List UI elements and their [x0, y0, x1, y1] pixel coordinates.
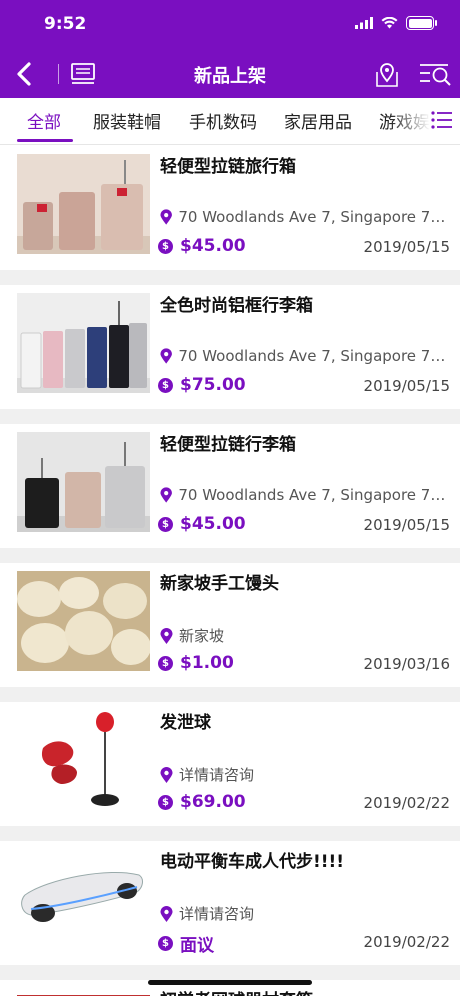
- divider: [0, 270, 460, 285]
- hoverboard-image: [17, 849, 150, 949]
- tab-all[interactable]: 全部: [27, 108, 61, 133]
- item-title: 轻便型拉链行李箱: [160, 435, 296, 455]
- status-time: 9:52: [44, 14, 87, 34]
- price-text: 面议: [180, 936, 214, 956]
- item-price: $ $69.00: [158, 792, 246, 812]
- wifi-icon: [381, 17, 398, 29]
- divider: [0, 826, 460, 841]
- location-pin-icon: [160, 905, 173, 922]
- tab-clothing[interactable]: 服装鞋帽: [93, 108, 161, 133]
- list-item[interactable]: 轻便型拉链旅行箱 70 Woodlands Ave 7, Singapore 7…: [0, 146, 460, 270]
- item-date: 2019/05/15: [363, 238, 450, 256]
- item-price: $ $75.00: [158, 375, 246, 395]
- category-menu-icon[interactable]: [430, 108, 454, 132]
- item-location: 新家坡: [160, 625, 450, 646]
- item-title: 发泄球: [160, 713, 211, 733]
- location-text: 70 Woodlands Ave 7, Singapore 738...: [178, 208, 450, 226]
- list-item[interactable]: 轻便型拉链行李箱 70 Woodlands Ave 7, Singapore 7…: [0, 424, 460, 548]
- location-text: 70 Woodlands Ave 7, Singapore 738...: [178, 347, 450, 365]
- luggage-trio-image: [17, 432, 150, 532]
- item-title: 初学者网球器材套箱: [160, 986, 313, 996]
- dollar-icon: $: [158, 655, 173, 671]
- location-text: 详情请咨询: [179, 905, 255, 923]
- item-location: 详情请咨询: [160, 903, 450, 924]
- colorful-luggage-image: [17, 293, 150, 393]
- location-text: 详情请咨询: [179, 766, 255, 784]
- divider: [0, 965, 460, 980]
- location-pin-icon: [160, 487, 172, 503]
- category-tabs: 全部 服装鞋帽 手机数码 家居用品 游戏娱: [0, 98, 460, 145]
- search-filter-icon[interactable]: [418, 60, 452, 88]
- list-item[interactable]: 全色时尚铝框行李箱 70 Woodlands Ave 7, Singapore …: [0, 285, 460, 409]
- steamed-buns-image: [17, 571, 150, 671]
- price-text: $45.00: [180, 236, 246, 256]
- item-title: 电动平衡车成人代步!!!!: [160, 852, 345, 872]
- item-date: 2019/05/15: [363, 516, 450, 534]
- divider: [0, 687, 460, 702]
- item-price: $ $1.00: [158, 653, 234, 673]
- location-pin-icon: [160, 348, 172, 364]
- item-title: 轻便型拉链旅行箱: [160, 157, 296, 177]
- map-pin-icon[interactable]: [373, 60, 401, 88]
- item-location: 70 Woodlands Ave 7, Singapore 738...: [160, 486, 450, 504]
- dollar-icon: $: [158, 794, 173, 810]
- location-text: 新家坡: [179, 627, 225, 645]
- tab-fade: [390, 98, 430, 142]
- item-title: 新家坡手工馒头: [160, 574, 279, 594]
- item-price: $ $45.00: [158, 236, 246, 256]
- location-pin-icon: [160, 766, 173, 783]
- item-location: 70 Woodlands Ave 7, Singapore 738...: [160, 208, 450, 226]
- item-price: $ $45.00: [158, 514, 246, 534]
- dollar-icon: $: [158, 238, 173, 254]
- item-date: 2019/02/22: [363, 794, 450, 812]
- tab-digital[interactable]: 手机数码: [189, 108, 257, 133]
- price-text: $45.00: [180, 514, 246, 534]
- item-location: 70 Woodlands Ave 7, Singapore 738...: [160, 347, 450, 365]
- tennis-image: [17, 988, 150, 996]
- list-item[interactable]: 电动平衡车成人代步!!!! 详情请咨询 $ 面议 2019/02/22: [0, 841, 460, 965]
- location-pin-icon: [160, 627, 173, 644]
- location-text: 70 Woodlands Ave 7, Singapore 738...: [178, 486, 450, 504]
- list-item[interactable]: 新家坡手工馒头 新家坡 $ $1.00 2019/03/16: [0, 563, 460, 687]
- dollar-icon: $: [158, 936, 173, 951]
- item-title: 全色时尚铝框行李箱: [160, 296, 313, 316]
- divider: [0, 409, 460, 424]
- tab-home[interactable]: 家居用品: [284, 108, 352, 133]
- signal-icon: [355, 17, 373, 29]
- price-text: $75.00: [180, 375, 246, 395]
- battery-icon: [406, 16, 437, 30]
- price-text: $1.00: [180, 653, 234, 673]
- item-date: 2019/03/16: [363, 655, 450, 673]
- item-date: 2019/05/15: [363, 377, 450, 395]
- item-price: $ 面议: [158, 931, 214, 956]
- luggage-set-image: [17, 154, 150, 254]
- punching-ball-image: [17, 710, 150, 810]
- dollar-icon: $: [158, 516, 173, 532]
- active-tab-indicator: [17, 139, 73, 142]
- status-icons: [355, 16, 437, 30]
- item-location: 详情请咨询: [160, 764, 450, 785]
- top-header: 9:52 新品上架: [0, 0, 460, 98]
- list-item[interactable]: 发泄球 详情请咨询 $ $69.00 2019/02/22: [0, 702, 460, 826]
- divider: [0, 548, 460, 563]
- location-pin-icon: [160, 209, 172, 225]
- dollar-icon: $: [158, 377, 173, 393]
- item-date: 2019/02/22: [363, 933, 450, 951]
- price-text: $69.00: [180, 792, 246, 812]
- home-indicator: [148, 980, 312, 985]
